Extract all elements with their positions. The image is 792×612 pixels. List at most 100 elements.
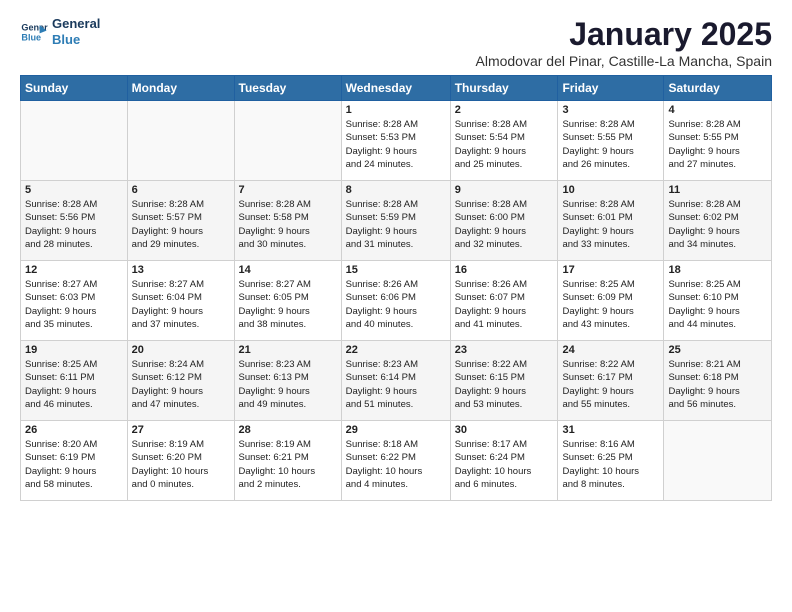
title-block: January 2025 Almodovar del Pinar, Castil… (476, 16, 773, 69)
calendar-cell: 15 Sunrise: 8:26 AM Sunset: 6:06 PM Dayli… (341, 261, 450, 341)
calendar-cell (127, 101, 234, 181)
calendar-cell: 4 Sunrise: 8:28 AM Sunset: 5:55 PM Daylig… (664, 101, 772, 181)
logo-line1: General (52, 16, 100, 32)
calendar-cell: 22 Sunrise: 8:23 AM Sunset: 6:14 PM Dayli… (341, 341, 450, 421)
day-info: Sunrise: 8:23 AM Sunset: 6:14 PM Dayligh… (346, 358, 446, 411)
calendar-cell: 20 Sunrise: 8:24 AM Sunset: 6:12 PM Dayli… (127, 341, 234, 421)
calendar-cell: 3 Sunrise: 8:28 AM Sunset: 5:55 PM Daylig… (558, 101, 664, 181)
calendar-cell: 19 Sunrise: 8:25 AM Sunset: 6:11 PM Dayli… (21, 341, 128, 421)
day-info: Sunrise: 8:28 AM Sunset: 5:59 PM Dayligh… (346, 198, 446, 251)
day-number: 6 (132, 184, 230, 196)
day-number: 2 (455, 104, 554, 116)
day-number: 19 (25, 344, 123, 356)
calendar-cell (21, 101, 128, 181)
day-number: 24 (562, 344, 659, 356)
col-saturday: Saturday (664, 76, 772, 101)
day-number: 29 (346, 424, 446, 436)
calendar-week-row: 1Sunrise: 8:28 AM Sunset: 5:53 PM Daylig… (21, 101, 772, 181)
day-info: Sunrise: 8:25 AM Sunset: 6:11 PM Dayligh… (25, 358, 123, 411)
logo: General Blue General Blue (20, 16, 100, 47)
day-number: 21 (239, 344, 337, 356)
day-info: Sunrise: 8:28 AM Sunset: 5:58 PM Dayligh… (239, 198, 337, 251)
day-number: 13 (132, 264, 230, 276)
day-info: Sunrise: 8:23 AM Sunset: 6:13 PM Dayligh… (239, 358, 337, 411)
day-number: 5 (25, 184, 123, 196)
day-number: 20 (132, 344, 230, 356)
calendar-week-row: 5 Sunrise: 8:28 AM Sunset: 5:56 PM Daylig… (21, 181, 772, 261)
day-info: Sunrise: 8:28 AM Sunset: 6:00 PM Dayligh… (455, 198, 554, 251)
day-number: 9 (455, 184, 554, 196)
svg-text:Blue: Blue (21, 32, 41, 42)
day-info: Sunrise: 8:27 AM Sunset: 6:05 PM Dayligh… (239, 278, 337, 331)
day-info: Sunrise: 8:26 AM Sunset: 6:06 PM Dayligh… (346, 278, 446, 331)
calendar-week-row: 19 Sunrise: 8:25 AM Sunset: 6:11 PM Dayli… (21, 341, 772, 421)
day-number: 4 (668, 104, 767, 116)
day-info: Sunrise: 8:24 AM Sunset: 6:12 PM Dayligh… (132, 358, 230, 411)
calendar-cell: 23 Sunrise: 8:22 AM Sunset: 6:15 PM Dayli… (450, 341, 558, 421)
calendar-cell: 18Sunrise: 8:25 AM Sunset: 6:10 PM Dayli… (664, 261, 772, 341)
calendar-cell: 28 Sunrise: 8:19 AM Sunset: 6:21 PM Dayli… (234, 421, 341, 501)
col-wednesday: Wednesday (341, 76, 450, 101)
day-info: Sunrise: 8:17 AM Sunset: 6:24 PM Dayligh… (455, 438, 554, 491)
col-monday: Monday (127, 76, 234, 101)
day-info: Sunrise: 8:19 AM Sunset: 6:21 PM Dayligh… (239, 438, 337, 491)
calendar-cell: 2Sunrise: 8:28 AM Sunset: 5:54 PM Daylig… (450, 101, 558, 181)
page: General Blue General Blue January 2025 A… (0, 0, 792, 612)
day-number: 8 (346, 184, 446, 196)
day-number: 17 (562, 264, 659, 276)
calendar-cell: 24Sunrise: 8:22 AM Sunset: 6:17 PM Dayli… (558, 341, 664, 421)
subtitle: Almodovar del Pinar, Castille-La Mancha,… (476, 53, 773, 69)
day-number: 27 (132, 424, 230, 436)
calendar-cell: 30Sunrise: 8:17 AM Sunset: 6:24 PM Dayli… (450, 421, 558, 501)
day-number: 3 (562, 104, 659, 116)
day-number: 31 (562, 424, 659, 436)
calendar-table: Sunday Monday Tuesday Wednesday Thursday… (20, 75, 772, 501)
calendar-cell: 11 Sunrise: 8:28 AM Sunset: 6:02 PM Dayli… (664, 181, 772, 261)
day-number: 12 (25, 264, 123, 276)
day-number: 16 (455, 264, 554, 276)
calendar-cell (664, 421, 772, 501)
day-info: Sunrise: 8:26 AM Sunset: 6:07 PM Dayligh… (455, 278, 554, 331)
day-number: 18 (668, 264, 767, 276)
day-info: Sunrise: 8:28 AM Sunset: 6:02 PM Dayligh… (668, 198, 767, 251)
col-sunday: Sunday (21, 76, 128, 101)
day-number: 23 (455, 344, 554, 356)
day-info: Sunrise: 8:27 AM Sunset: 6:04 PM Dayligh… (132, 278, 230, 331)
day-info: Sunrise: 8:22 AM Sunset: 6:15 PM Dayligh… (455, 358, 554, 411)
day-info: Sunrise: 8:28 AM Sunset: 5:55 PM Dayligh… (562, 118, 659, 171)
header: General Blue General Blue January 2025 A… (20, 16, 772, 69)
day-number: 11 (668, 184, 767, 196)
day-number: 15 (346, 264, 446, 276)
col-thursday: Thursday (450, 76, 558, 101)
calendar-cell: 10Sunrise: 8:28 AM Sunset: 6:01 PM Dayli… (558, 181, 664, 261)
day-info: Sunrise: 8:28 AM Sunset: 5:57 PM Dayligh… (132, 198, 230, 251)
day-number: 7 (239, 184, 337, 196)
day-info: Sunrise: 8:27 AM Sunset: 6:03 PM Dayligh… (25, 278, 123, 331)
day-number: 25 (668, 344, 767, 356)
day-info: Sunrise: 8:18 AM Sunset: 6:22 PM Dayligh… (346, 438, 446, 491)
day-info: Sunrise: 8:16 AM Sunset: 6:25 PM Dayligh… (562, 438, 659, 491)
day-number: 14 (239, 264, 337, 276)
calendar-cell: 7 Sunrise: 8:28 AM Sunset: 5:58 PM Daylig… (234, 181, 341, 261)
calendar-cell: 17Sunrise: 8:25 AM Sunset: 6:09 PM Dayli… (558, 261, 664, 341)
calendar-cell: 31 Sunrise: 8:16 AM Sunset: 6:25 PM Dayli… (558, 421, 664, 501)
day-number: 1 (346, 104, 446, 116)
day-number: 28 (239, 424, 337, 436)
calendar-cell (234, 101, 341, 181)
calendar-cell: 25 Sunrise: 8:21 AM Sunset: 6:18 PM Dayli… (664, 341, 772, 421)
day-info: Sunrise: 8:19 AM Sunset: 6:20 PM Dayligh… (132, 438, 230, 491)
calendar-cell: 6 Sunrise: 8:28 AM Sunset: 5:57 PM Daylig… (127, 181, 234, 261)
calendar-cell: 8 Sunrise: 8:28 AM Sunset: 5:59 PM Daylig… (341, 181, 450, 261)
day-info: Sunrise: 8:21 AM Sunset: 6:18 PM Dayligh… (668, 358, 767, 411)
day-info: Sunrise: 8:20 AM Sunset: 6:19 PM Dayligh… (25, 438, 123, 491)
month-title: January 2025 (476, 16, 773, 53)
calendar-cell: 14 Sunrise: 8:27 AM Sunset: 6:05 PM Dayli… (234, 261, 341, 341)
day-number: 22 (346, 344, 446, 356)
calendar-cell: 12 Sunrise: 8:27 AM Sunset: 6:03 PM Dayli… (21, 261, 128, 341)
day-info: Sunrise: 8:28 AM Sunset: 5:55 PM Dayligh… (668, 118, 767, 171)
calendar-cell: 29 Sunrise: 8:18 AM Sunset: 6:22 PM Dayli… (341, 421, 450, 501)
col-friday: Friday (558, 76, 664, 101)
day-info: Sunrise: 8:28 AM Sunset: 5:56 PM Dayligh… (25, 198, 123, 251)
day-info: Sunrise: 8:28 AM Sunset: 6:01 PM Dayligh… (562, 198, 659, 251)
calendar-cell: 13 Sunrise: 8:27 AM Sunset: 6:04 PM Dayli… (127, 261, 234, 341)
